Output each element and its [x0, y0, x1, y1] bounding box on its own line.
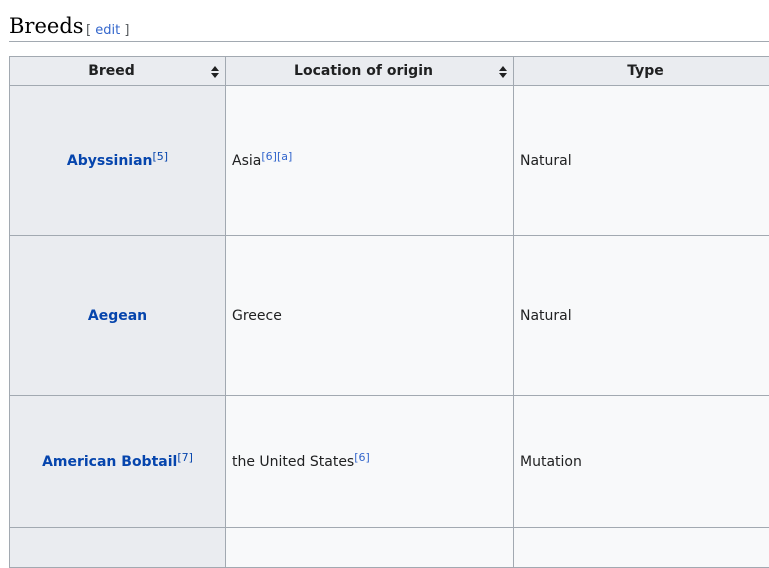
column-header-breed[interactable]: Breed	[10, 57, 226, 86]
edit-bracket-open: [	[86, 23, 91, 38]
breed-link[interactable]: Aegean	[88, 308, 147, 324]
citation-link[interactable]: [6]	[261, 150, 277, 163]
breed-link[interactable]: Abyssinian	[67, 153, 153, 169]
origin-text: the United States	[232, 454, 354, 470]
sort-icon[interactable]	[211, 66, 219, 78]
citation: [6][a]	[261, 150, 292, 163]
edit-section: [ edit ]	[86, 23, 129, 38]
origin-cell: Greece	[226, 236, 514, 396]
type-cell: Mutation	[514, 396, 769, 528]
column-header-label: Type	[627, 63, 664, 79]
table-row: Aegean Greece Natural	[10, 236, 769, 396]
section-title: Breeds	[9, 14, 84, 38]
column-header-label: Location of origin	[294, 63, 433, 79]
citation-link[interactable]: [7]	[177, 451, 193, 464]
note-link[interactable]: [a]	[277, 150, 292, 163]
type-cell: Natural	[514, 86, 769, 236]
column-header-location[interactable]: Location of origin	[226, 57, 514, 86]
edit-link[interactable]: edit	[95, 23, 120, 38]
column-header-label: Breed	[88, 63, 135, 79]
breed-link[interactable]: American Bobtail	[42, 454, 177, 470]
citation: [6]	[354, 451, 370, 464]
origin-text: Greece	[232, 308, 282, 324]
type-cell: Natural	[514, 236, 769, 396]
table-row: American Bobtail[7] the United States[6]…	[10, 396, 769, 528]
citation-link[interactable]: [6]	[354, 451, 370, 464]
origin-cell: the United States[6]	[226, 396, 514, 528]
citation: [7]	[177, 451, 193, 464]
citation: [5]	[153, 150, 169, 163]
section-heading: Breeds [ edit ]	[9, 10, 769, 42]
origin-text: Asia	[232, 153, 261, 169]
breed-cell: American Bobtail[7]	[10, 396, 226, 528]
edit-bracket-close: ]	[124, 23, 129, 38]
header-row: Breed Location of origin Type	[10, 57, 769, 86]
breed-cell: Abyssinian[5]	[10, 86, 226, 236]
breeds-table: Breed Location of origin Type Abyssinian…	[9, 56, 769, 568]
sort-icon[interactable]	[499, 66, 507, 78]
origin-cell: Asia[6][a]	[226, 86, 514, 236]
citation-link[interactable]: [5]	[153, 150, 169, 163]
breed-cell: Aegean	[10, 236, 226, 396]
table-row: Abyssinian[5] Asia[6][a] Natural	[10, 86, 769, 236]
column-header-type[interactable]: Type	[514, 57, 769, 86]
